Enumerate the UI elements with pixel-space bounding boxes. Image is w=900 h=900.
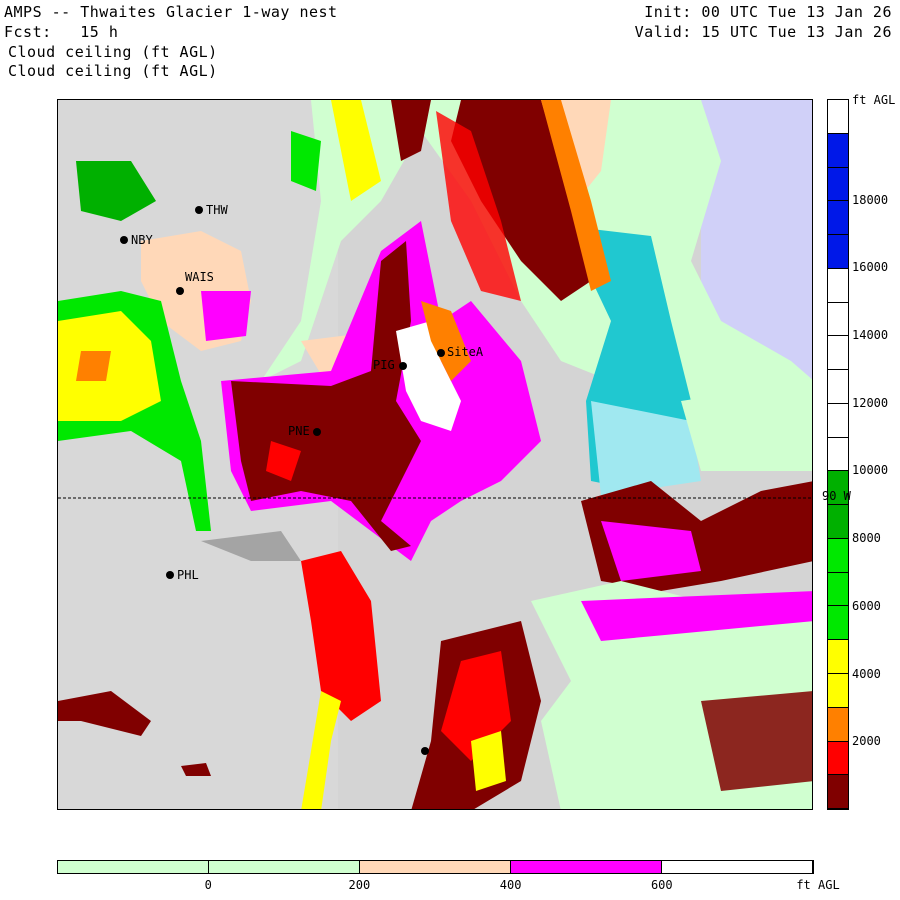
station-marker: [421, 747, 429, 755]
colorbar-tick-label: 8000: [852, 531, 881, 546]
colorbar-segment: [662, 861, 813, 873]
station-label-wais: WAIS: [185, 270, 214, 284]
horizontal-colorbar: [57, 860, 814, 874]
field-name: Cloud ceiling (ft AGL): [8, 43, 218, 61]
forecast-hour: Fcst: 15 h: [4, 23, 119, 41]
colorbar-tick-label: 6000: [852, 598, 881, 613]
colorbar-segment: [828, 201, 848, 236]
colorbar-segment: [828, 572, 848, 607]
meridian-label: 90 W: [822, 489, 851, 503]
colorbar-tick-label: 10000: [852, 463, 889, 478]
colorbar-segment: [828, 100, 848, 134]
colorbar-segment: [828, 403, 848, 438]
horizontal-colorbar-units: ft AGL: [796, 878, 840, 892]
colorbar-tick-label: 0: [204, 878, 212, 892]
map-field: [58, 100, 812, 809]
colorbar-segment: [828, 370, 848, 404]
colorbar-segment: [828, 640, 848, 675]
valid-time: Valid: 15 UTC Tue 13 Jan 26: [634, 23, 892, 41]
colorbar-tick-label: 14000: [852, 328, 889, 342]
init-time: Init: 00 UTC Tue 13 Jan 26: [644, 3, 892, 21]
colorbar-segment: [828, 235, 848, 269]
vertical-colorbar: [827, 99, 849, 810]
colorbar-segment: [828, 336, 848, 371]
station-label-pig: PIG: [373, 358, 395, 372]
colorbar-tick-label: 600: [650, 878, 673, 892]
colorbar-segment: [828, 707, 848, 742]
station-label-pne: PNE: [288, 424, 310, 438]
station-marker-phl: [166, 571, 174, 579]
colorbar-tick-label: 18000: [852, 192, 889, 207]
colorbar-segment: [58, 861, 209, 873]
colorbar-segment: [828, 775, 848, 810]
colorbar-segment: [828, 538, 848, 573]
field-name-2: Cloud ceiling (ft AGL): [8, 62, 218, 80]
colorbar-segment: [828, 505, 848, 539]
colorbar-segment: [828, 674, 848, 708]
colorbar-tick-label: 4000: [852, 666, 881, 681]
colorbar-segment: [828, 133, 848, 168]
station-marker-wais: [176, 287, 184, 295]
colorbar-tick-label: 16000: [852, 260, 889, 275]
colorbar-units: ft AGL: [852, 93, 896, 107]
station-label-sitea: SiteA: [447, 345, 484, 359]
colorbar-segment: [828, 268, 848, 303]
colorbar-segment: [828, 167, 848, 202]
station-marker-thw: [195, 206, 203, 214]
station-label-thw: THW: [206, 203, 228, 217]
colorbar-tick-label: 400: [499, 878, 522, 892]
colorbar-segment: [511, 861, 662, 873]
station-marker-pig: [399, 362, 407, 370]
colorbar-segment: [828, 302, 848, 337]
station-marker-pne: [313, 428, 321, 436]
station-marker-sitea: [437, 349, 445, 357]
colorbar-segment: [828, 606, 848, 641]
colorbar-tick-label: 200: [348, 878, 371, 892]
colorbar-segment: [828, 437, 848, 472]
colorbar-segment: [828, 741, 848, 776]
cloud-ceiling-map: THW NBY WAIS PIG SiteA PNE PHL: [57, 99, 813, 810]
colorbar-tick-label: 12000: [852, 395, 889, 410]
station-marker-nby: [120, 236, 128, 244]
colorbar-segment: [360, 861, 511, 873]
colorbar-tick-label: 2000: [852, 734, 881, 749]
plot-title: AMPS -- Thwaites Glacier 1-way nest: [4, 3, 338, 21]
station-label-nby: NBY: [131, 233, 153, 247]
station-label-phl: PHL: [177, 568, 199, 582]
colorbar-segment: [209, 861, 360, 873]
